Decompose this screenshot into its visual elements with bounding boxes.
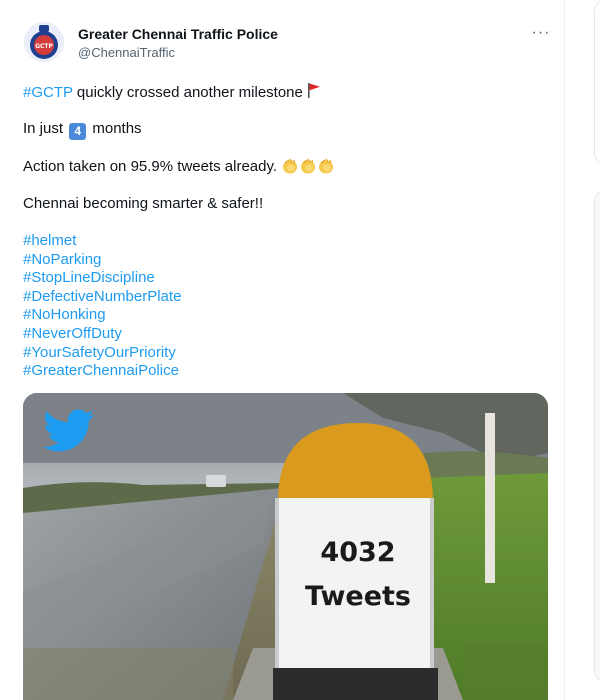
right-sidebar <box>566 0 600 700</box>
keycap-4-icon: 4 <box>69 123 87 140</box>
milestone-label: Tweets <box>305 581 411 612</box>
tweet-line-2-post: months <box>88 120 142 137</box>
hashtag-link[interactable]: #NoHonking <box>23 306 181 325</box>
hashtag-link[interactable]: #YourSafetyOurPriority <box>23 344 181 363</box>
tweet-line-3: Action taken on 95.9% tweets already. <box>23 157 335 175</box>
hashtag-link[interactable]: #StopLineDiscipline <box>23 269 181 288</box>
sidebar-card <box>594 0 600 164</box>
sidebar-card <box>594 190 600 682</box>
avatar-text: GCTP <box>35 43 53 50</box>
tweet-line-2-pre: In just <box>23 120 68 137</box>
clapping-hands-icon <box>283 158 298 174</box>
tweet-line-4: Chennai becoming smarter & safer!! <box>23 195 264 212</box>
tweet-media-image[interactable]: 4032 Tweets <box>23 393 548 700</box>
hashtag-link[interactable]: #NoParking <box>23 251 181 270</box>
milestone-count: 4032 <box>320 537 396 568</box>
tweet-line-2: In just 4 months <box>23 120 142 140</box>
hashtag-gctp[interactable]: #GCTP <box>23 84 73 101</box>
red-flag-icon <box>308 83 321 98</box>
police-emblem-icon: GCTP <box>24 22 64 62</box>
avatar[interactable]: GCTP <box>24 22 64 62</box>
hashtag-link[interactable]: #NeverOffDuty <box>23 325 181 344</box>
account-handle[interactable]: @ChennaiTraffic <box>78 45 175 60</box>
hashtag-link[interactable]: #DefectiveNumberPlate <box>23 288 181 307</box>
hashtag-link[interactable]: #GreaterChennaiPolice <box>23 362 181 381</box>
tweet-line-1-text: quickly crossed another milestone <box>72 84 308 101</box>
hashtag-list: #helmet #NoParking #StopLineDiscipline #… <box>23 232 181 381</box>
hashtag-link[interactable]: #helmet <box>23 232 181 251</box>
account-name[interactable]: Greater Chennai Traffic Police <box>78 26 278 42</box>
tweet-card[interactable]: GCTP Greater Chennai Traffic Police @Che… <box>0 0 565 700</box>
twitter-bird-icon <box>43 409 95 452</box>
clapping-hands-icon <box>319 158 334 174</box>
more-options-button[interactable]: ··· <box>528 24 554 44</box>
tweet-line-3-text: Action taken on 95.9% tweets already. <box>23 158 278 175</box>
clapping-hands-icon <box>301 158 316 174</box>
tweet-line-1: #GCTP quickly crossed another milestone <box>23 82 321 101</box>
